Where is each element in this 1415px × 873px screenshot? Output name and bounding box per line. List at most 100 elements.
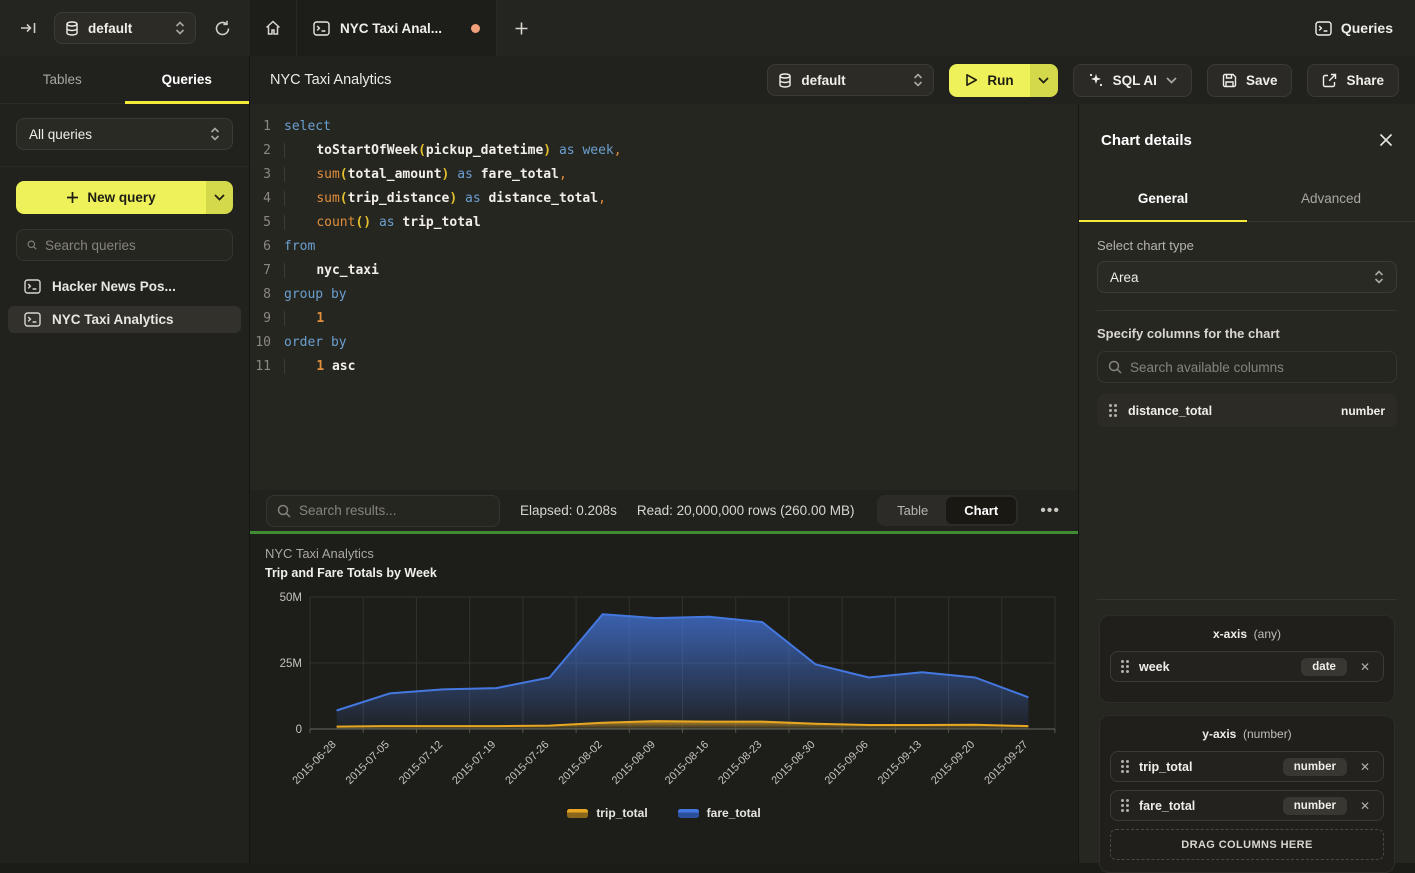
new-tab-button[interactable]: [497, 0, 545, 56]
view-toggle-chart[interactable]: Chart: [946, 497, 1016, 524]
editor-line[interactable]: 7 nyc_taxi: [250, 259, 1078, 283]
line-number: 5: [250, 211, 284, 235]
editor-line[interactable]: 5 count() as trip_total: [250, 211, 1078, 235]
panel-tab-advanced[interactable]: Advanced: [1247, 176, 1415, 221]
editor-line[interactable]: 1select: [250, 115, 1078, 139]
home-tab-button[interactable]: [250, 0, 297, 56]
legend-label: trip_total: [596, 806, 647, 820]
column-name: week: [1139, 660, 1291, 674]
drag-handle-icon[interactable]: [1109, 404, 1117, 417]
search-queries-box[interactable]: [16, 229, 233, 261]
legend-item-fare_total[interactable]: fare_total: [678, 806, 761, 820]
search-queries-input[interactable]: [45, 238, 222, 253]
save-button[interactable]: Save: [1207, 64, 1293, 97]
line-number: 4: [250, 187, 284, 211]
drop-zone[interactable]: DRAG COLUMNS HERE: [1110, 829, 1384, 860]
remove-column-button[interactable]: ✕: [1357, 658, 1373, 676]
new-query-main[interactable]: New query: [16, 181, 206, 214]
editor-line[interactable]: 8group by: [250, 283, 1078, 307]
tab-nyc-taxi-analytics[interactable]: NYC Taxi Anal...: [297, 0, 497, 56]
remove-column-button[interactable]: ✕: [1357, 758, 1373, 776]
editor-line[interactable]: 2 toStartOfWeek(pickup_datetime) as week…: [250, 139, 1078, 163]
query-item-label: NYC Taxi Analytics: [52, 312, 174, 327]
x-axis-tick-label: 2015-06-28: [290, 739, 338, 787]
query-item-label: Hacker News Pos...: [52, 279, 176, 294]
new-query-button[interactable]: New query: [16, 181, 233, 214]
queries-menu-button[interactable]: Queries: [1315, 0, 1393, 56]
drag-handle-icon[interactable]: [1121, 660, 1129, 673]
drag-handle-icon[interactable]: [1121, 799, 1129, 812]
y-axis-tick-label: 0: [296, 724, 302, 736]
line-number: 2: [250, 139, 284, 163]
editor-line[interactable]: 11 1 asc: [250, 355, 1078, 379]
run-main[interactable]: Run: [949, 64, 1029, 97]
axis-column-fare_total[interactable]: fare_totalnumber✕: [1110, 790, 1384, 821]
editor-line[interactable]: 9 1: [250, 307, 1078, 331]
chart-subtitle: Trip and Fare Totals by Week: [265, 566, 1078, 580]
sql-ai-button[interactable]: SQL AI: [1073, 64, 1192, 97]
sidebar-tab-queries[interactable]: Queries: [125, 56, 250, 103]
axis-column-week[interactable]: weekdate✕: [1110, 651, 1384, 682]
search-results-input[interactable]: [299, 503, 489, 518]
close-icon[interactable]: [1379, 133, 1393, 147]
editor-line[interactable]: 6from: [250, 235, 1078, 259]
panel-tab-general[interactable]: General: [1079, 176, 1247, 221]
line-number: 6: [250, 235, 284, 259]
editor-line[interactable]: 3 sum(total_amount) as fare_total,: [250, 163, 1078, 187]
panel-tabs: GeneralAdvanced: [1079, 176, 1415, 222]
run-options-button[interactable]: [1030, 64, 1058, 97]
database-selector-value: default: [88, 21, 132, 36]
database-selector[interactable]: default: [54, 12, 196, 44]
collapse-sidebar-button[interactable]: [14, 14, 42, 42]
sql-editor[interactable]: 1select2 toStartOfWeek(pickup_datetime) …: [250, 104, 1078, 490]
axis-column-trip_total[interactable]: trip_total number ✕: [1110, 751, 1384, 782]
editor-line[interactable]: 4 sum(trip_distance) as distance_total,: [250, 187, 1078, 211]
line-number: 1: [250, 115, 284, 139]
search-icon: [277, 504, 291, 518]
view-toggle-table[interactable]: Table: [879, 497, 946, 524]
query-database-selector[interactable]: default: [767, 64, 934, 96]
search-icon: [1108, 360, 1122, 374]
x-axis-title: x-axis (any): [1110, 627, 1384, 641]
share-button[interactable]: Share: [1307, 64, 1399, 97]
search-columns-box[interactable]: [1097, 351, 1397, 383]
query-filter-select[interactable]: All queries: [16, 118, 233, 150]
chart-title: NYC Taxi Analytics: [265, 546, 1078, 561]
save-label: Save: [1246, 73, 1278, 88]
refresh-icon: [214, 20, 231, 37]
save-icon: [1222, 73, 1237, 88]
drag-handle-icon[interactable]: [1121, 760, 1129, 773]
chart-type-select[interactable]: Area: [1097, 261, 1397, 293]
editor-line[interactable]: 10order by: [250, 331, 1078, 355]
chart-legend: trip_total fare_total: [250, 806, 1078, 820]
available-column-distance_total[interactable]: distance_totalnumber: [1097, 394, 1397, 427]
column-type-badge: number: [1283, 758, 1347, 776]
refresh-button[interactable]: [208, 14, 236, 42]
sidebar-tab-tables[interactable]: Tables: [0, 56, 125, 103]
search-columns-input[interactable]: [1130, 360, 1386, 375]
more-options-button[interactable]: •••: [1038, 502, 1062, 520]
chart-panel: NYC Taxi Analytics Trip and Fare Totals …: [250, 534, 1078, 863]
chart-type-value: Area: [1110, 270, 1374, 285]
x-axis-tick-label: 2015-07-05: [344, 739, 392, 787]
x-axis-tick-label: 2015-07-12: [397, 739, 445, 787]
legend-label: fare_total: [707, 806, 761, 820]
run-button[interactable]: Run: [949, 64, 1057, 97]
legend-item-trip_total[interactable]: trip_total: [567, 806, 647, 820]
query-database-value: default: [801, 73, 845, 88]
chevron-down-icon: [1038, 77, 1049, 84]
y-axis-section: y-axis (number) trip_totalnumber✕fare_to…: [1099, 715, 1395, 873]
x-axis-tick-label: 2015-07-26: [503, 739, 551, 787]
y-axis-tick-label: 25M: [280, 658, 302, 670]
new-query-dropdown-button[interactable]: [206, 181, 233, 214]
sidebar-tabs: TablesQueries: [0, 56, 249, 104]
results-toolbar: Elapsed: 0.208s Read: 20,000,000 rows (2…: [250, 490, 1078, 531]
query-list-item[interactable]: NYC Taxi Analytics: [8, 306, 241, 333]
x-axis-tick-label: 2015-08-09: [610, 739, 658, 787]
search-results-box[interactable]: [266, 495, 500, 527]
query-list-item[interactable]: Hacker News Pos...: [8, 273, 241, 300]
column-name: trip_total: [1139, 760, 1273, 774]
line-number: 7: [250, 259, 284, 283]
remove-column-button[interactable]: ✕: [1357, 797, 1373, 815]
home-icon: [264, 19, 282, 37]
